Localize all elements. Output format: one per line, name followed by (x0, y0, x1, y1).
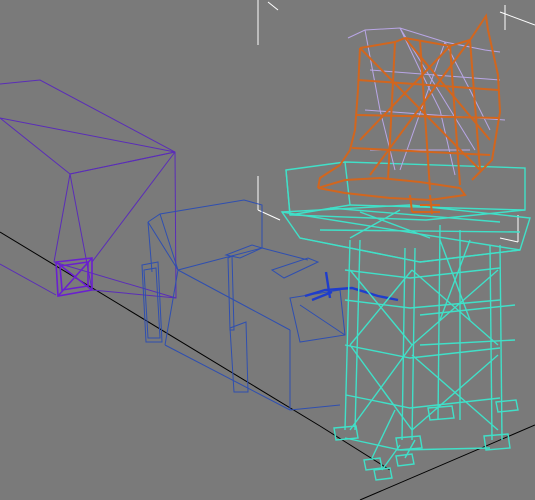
radar-backing[interactable] (347, 27, 506, 176)
wireframe-scene (0, 0, 535, 500)
blue-building-selected-part[interactable] (304, 271, 399, 302)
3d-viewport[interactable] (0, 0, 535, 500)
radar-dish[interactable] (317, 13, 502, 215)
blue-building[interactable] (141, 199, 346, 411)
teal-tower[interactable] (280, 161, 531, 481)
